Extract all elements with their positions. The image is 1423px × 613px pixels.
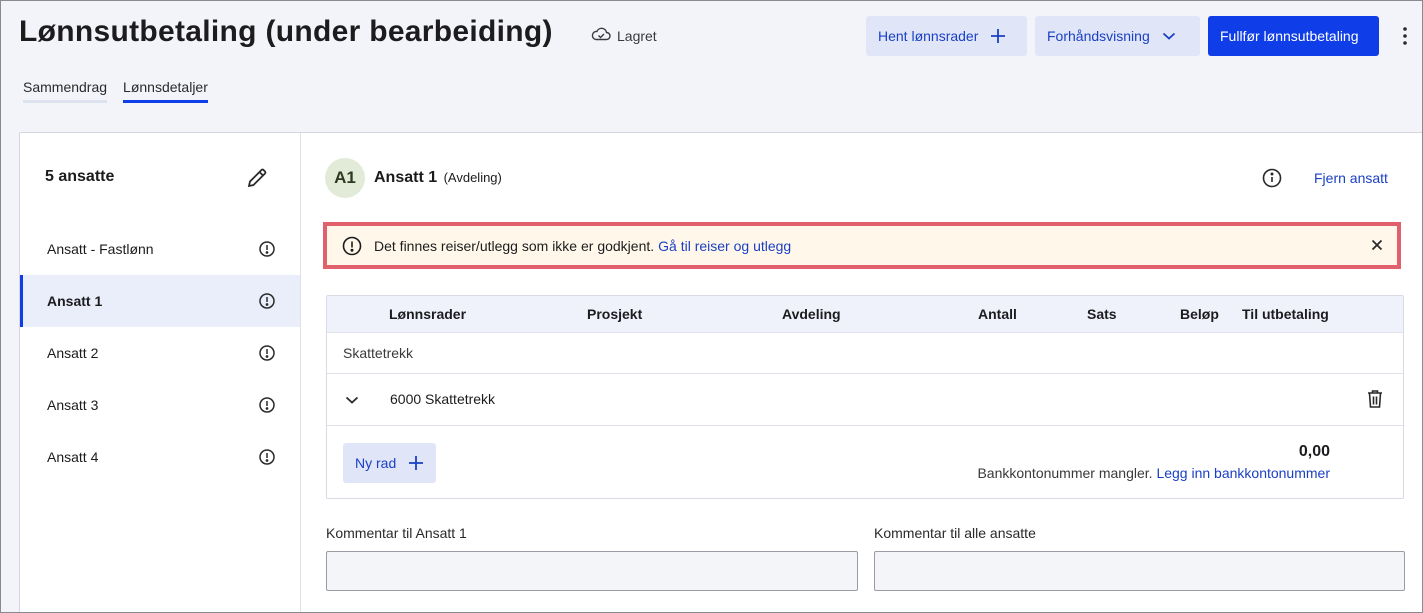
alert-circle-icon [342, 236, 362, 256]
bank-note-text: Bankkontonummer mangler. [977, 465, 1153, 481]
employee-comment-label: Kommentar til Ansatt 1 [326, 525, 467, 541]
chevron-down-icon [1162, 31, 1176, 41]
info-icon[interactable] [1262, 168, 1282, 193]
saved-label: Lagret [617, 27, 657, 44]
list-item[interactable]: Ansatt 4 [20, 431, 300, 483]
column-header: Til utbetaling [1242, 306, 1329, 322]
new-row-label: Ny rad [355, 455, 397, 471]
list-item[interactable]: Ansatt 3 [20, 379, 300, 431]
trash-icon[interactable] [1367, 389, 1383, 412]
employee-name: Ansatt 2 [47, 345, 99, 361]
table-group-row: Skattetrekk [327, 333, 1403, 374]
employee-count: 5 ansatte [45, 168, 115, 185]
list-item[interactable]: Ansatt 1 [20, 275, 300, 327]
column-header: Beløp [1180, 306, 1219, 322]
employee-name: Ansatt 3 [47, 397, 99, 413]
more-options-icon[interactable] [1399, 25, 1411, 47]
new-row-button[interactable]: Ny rad [343, 443, 437, 483]
remove-employee-link[interactable]: Fjern ansatt [1314, 170, 1388, 186]
list-item[interactable]: Ansatt 2 [20, 327, 300, 379]
employee-name-heading: Ansatt 1 [374, 169, 438, 186]
employee-department: (Avdeling) [443, 170, 502, 185]
warning-banner: Det finnes reiser/utlegg som ikke er god… [323, 222, 1401, 269]
travel-expenses-link[interactable]: Gå til reiser og utlegg [658, 238, 791, 254]
employee-sidebar: 5 ansatte Ansatt - Fastlønn Ansatt 1 Ans… [20, 133, 301, 612]
payroll-rows-table: Lønnsrader Prosjekt Avdeling Antall Sats… [326, 295, 1404, 499]
column-header: Avdeling [782, 306, 841, 322]
chevron-down-icon[interactable] [345, 392, 359, 408]
column-header: Sats [1087, 306, 1117, 322]
alert-circle-icon [259, 449, 275, 465]
total-amount: 0,00 [1298, 443, 1330, 460]
alert-circle-icon [259, 397, 275, 413]
table-row: 6000 Skattetrekk [327, 374, 1403, 426]
saved-status: Lagret [591, 27, 657, 44]
all-employees-comment-field[interactable] [874, 551, 1405, 591]
tab-bar: Sammendrag Lønnsdetaljer [23, 79, 208, 103]
avatar: A1 [325, 158, 365, 198]
add-bank-account-link[interactable]: Legg inn bankkontonummer [1156, 465, 1330, 481]
preview-button[interactable]: Forhåndsvisning [1035, 16, 1200, 56]
app-window: Lønnsutbetaling (under bearbeiding) Lagr… [0, 0, 1423, 613]
complete-payroll-button[interactable]: Fullfør lønnsutbetaling [1208, 16, 1379, 56]
employee-name: Ansatt 1 [47, 293, 103, 309]
pencil-icon[interactable] [246, 167, 268, 194]
employee-title: Ansatt 1 (Avdeling) [374, 169, 502, 187]
bank-account-note: Bankkontonummer mangler. Legg inn bankko… [977, 465, 1330, 481]
list-item[interactable]: Ansatt - Fastlønn [20, 223, 300, 275]
fetch-rows-button[interactable]: Hent lønnsrader [866, 16, 1027, 56]
plus-icon [990, 28, 1006, 44]
tab-summary[interactable]: Sammendrag [23, 79, 108, 103]
warning-text: Det finnes reiser/utlegg som ikke er god… [374, 237, 655, 254]
close-icon[interactable] [1371, 238, 1383, 254]
tab-payroll-details[interactable]: Lønnsdetaljer [123, 79, 208, 103]
column-header: Prosjekt [587, 306, 643, 322]
cloud-check-icon [591, 27, 611, 44]
page-title: Lønnsutbetaling (under bearbeiding) [19, 15, 553, 48]
table-footer: Ny rad 0,00 Bankkontonummer mangler. Leg… [327, 426, 1403, 498]
group-label: Skattetrekk [343, 345, 414, 361]
alert-circle-icon [259, 345, 275, 361]
alert-circle-icon [259, 293, 275, 309]
column-header: Antall [978, 306, 1017, 322]
fetch-rows-label: Hent lønnsrader [878, 28, 979, 44]
plus-icon [408, 455, 424, 471]
all-comment-label: Kommentar til alle ansatte [874, 525, 1036, 541]
payroll-card: 5 ansatte Ansatt - Fastlønn Ansatt 1 Ans… [19, 132, 1422, 612]
alert-circle-icon [259, 241, 275, 257]
employee-name: Ansatt - Fastlønn [47, 241, 154, 257]
employee-list: Ansatt - Fastlønn Ansatt 1 Ansatt 2 Ansa… [20, 223, 300, 483]
employee-name: Ansatt 4 [47, 449, 99, 465]
row-name: 6000 Skattetrekk [390, 391, 496, 407]
column-header: Lønnsrader [389, 306, 467, 322]
complete-payroll-label: Fullfør lønnsutbetaling [1220, 28, 1359, 44]
preview-label: Forhåndsvisning [1047, 28, 1150, 44]
employee-comment-field[interactable] [326, 551, 858, 591]
table-header: Lønnsrader Prosjekt Avdeling Antall Sats… [327, 296, 1403, 333]
